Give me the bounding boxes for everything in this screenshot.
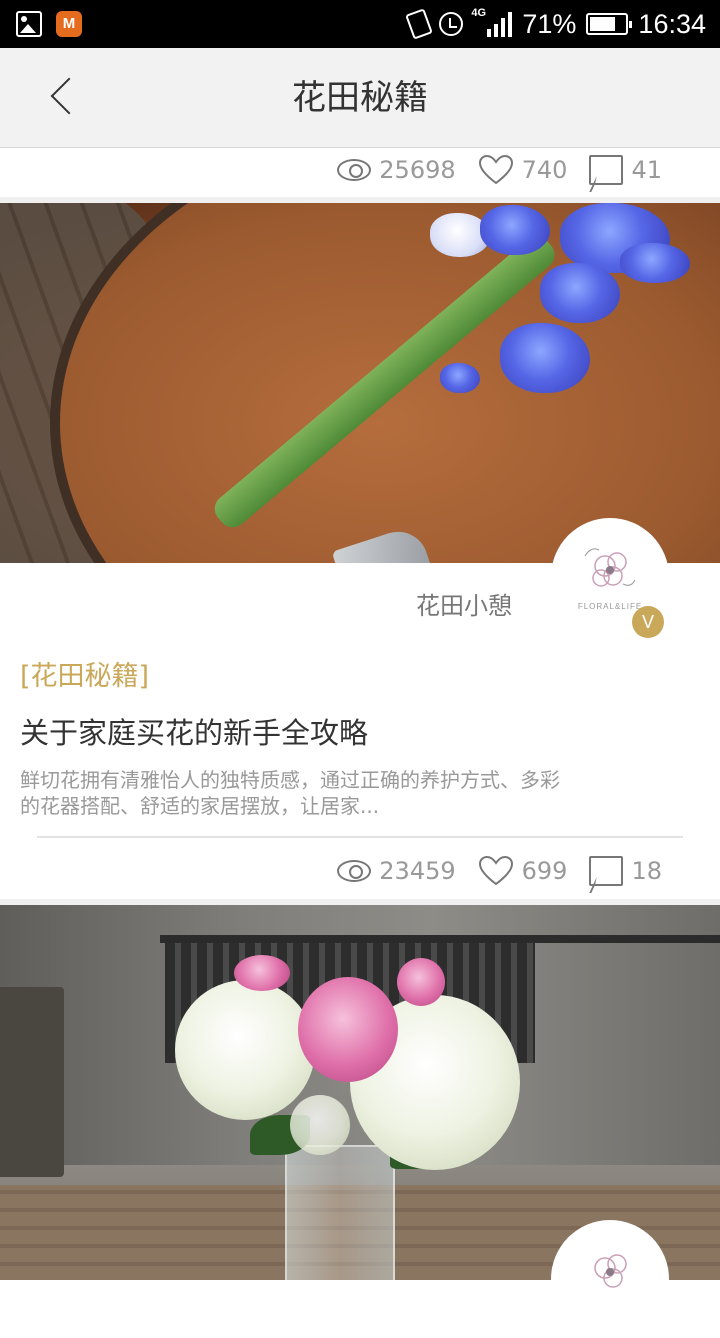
- battery-percent: 71%: [522, 8, 577, 39]
- page-title: 花田秘籍: [292, 78, 428, 118]
- author-avatar[interactable]: [551, 1220, 669, 1338]
- gallery-icon: [16, 11, 42, 37]
- app-icon: M: [56, 11, 82, 37]
- vibrate-icon: [405, 8, 434, 40]
- summary-line: 鲜切花拥有清雅怡人的独特质感，通过正确的养护方式、多彩: [20, 768, 560, 792]
- comments-stat[interactable]: 41: [589, 155, 662, 185]
- clock: 16:34: [638, 8, 706, 39]
- nav-bar: 花田秘籍: [0, 48, 720, 148]
- views-stat: 23459: [337, 857, 456, 885]
- comment-icon: [589, 155, 624, 185]
- comments-count: 41: [631, 156, 662, 184]
- likes-count: 699: [521, 857, 568, 885]
- network-type: 4G: [471, 7, 487, 19]
- flower-logo-icon: [584, 548, 636, 587]
- article-cover-image[interactable]: [0, 203, 720, 563]
- battery-icon: [586, 13, 633, 35]
- card-separator: [37, 836, 683, 838]
- verified-badge: V: [632, 606, 664, 638]
- likes-count: 740: [521, 156, 568, 184]
- author-name[interactable]: 花田小憩: [416, 586, 512, 621]
- article-summary: 鲜切花拥有清雅怡人的独特质感，通过正确的养护方式、多彩 的花器搭配、舒适的家居摆…: [20, 767, 560, 819]
- signal-icon: 4G: [471, 7, 513, 37]
- views-count: 23459: [379, 857, 456, 885]
- flower-logo-icon: [594, 1254, 627, 1288]
- comment-icon: [589, 856, 624, 886]
- eye-icon: [337, 159, 372, 181]
- likes-stat[interactable]: 740: [478, 154, 568, 186]
- article-category[interactable]: [花田秘籍]: [20, 654, 149, 693]
- article-title[interactable]: 关于家庭买花的新手全攻略: [20, 710, 368, 752]
- eye-icon: [337, 860, 372, 882]
- comments-count: 18: [631, 857, 662, 885]
- article-stats: 25698 740 41: [315, 150, 662, 190]
- article-stats: 23459 699 18: [315, 851, 662, 891]
- heart-icon: [478, 855, 513, 886]
- likes-stat[interactable]: 699: [478, 855, 568, 887]
- views-count: 25698: [379, 156, 456, 184]
- alarm-icon: [439, 12, 464, 36]
- status-bar: M 4G 71% 16:34: [0, 0, 720, 48]
- comments-stat[interactable]: 18: [589, 856, 662, 886]
- summary-line: 的花器搭配、舒适的家居摆放，让居家...: [20, 794, 380, 818]
- heart-icon: [478, 154, 513, 185]
- views-stat: 25698: [337, 156, 456, 184]
